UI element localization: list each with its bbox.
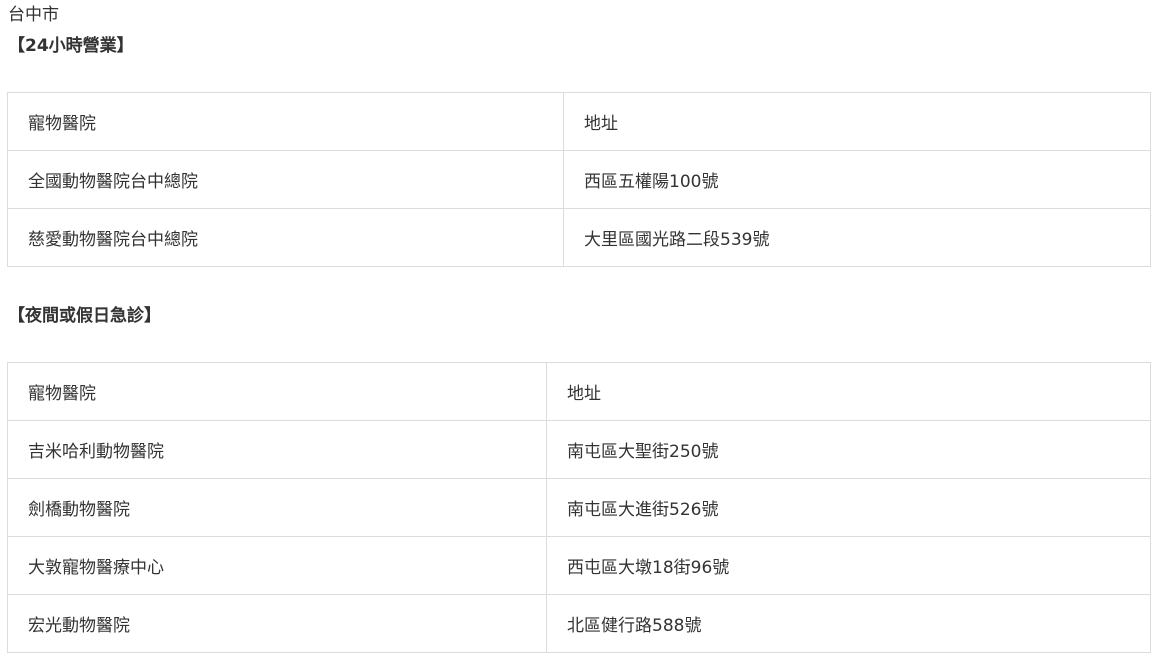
page: 台中市 【24小時營業】 寵物醫院 地址 全國動物醫院台中總院 西區五權陽100… xyxy=(0,0,1166,672)
header-hospital: 寵物醫院 xyxy=(7,92,564,151)
hospital-address: 南屯區大聖街250號 xyxy=(546,420,1151,479)
hospital-name: 宏光動物醫院 xyxy=(7,594,547,653)
header-hospital: 寵物醫院 xyxy=(7,362,547,421)
hospital-name: 吉米哈利動物醫院 xyxy=(7,420,547,479)
table-row: 吉米哈利動物醫院 南屯區大聖街250號 xyxy=(7,420,1151,479)
hospital-address: 西區五權陽100號 xyxy=(563,150,1151,209)
table-row: 慈愛動物醫院台中總院 大里區國光路二段539號 xyxy=(7,208,1151,267)
header-address: 地址 xyxy=(563,92,1151,151)
hospital-name: 大敦寵物醫療中心 xyxy=(7,536,547,595)
hospital-name: 慈愛動物醫院台中總院 xyxy=(7,208,564,267)
section-title-night-holiday: 【夜間或假日急診】 xyxy=(8,306,161,326)
table-header-row: 寵物醫院 地址 xyxy=(7,362,1151,421)
table-night-holiday-clinics: 寵物醫院 地址 吉米哈利動物醫院 南屯區大聖街250號 劍橋動物醫院 南屯區大進… xyxy=(7,362,1151,653)
hospital-address: 北區健行路588號 xyxy=(546,594,1151,653)
table-row: 宏光動物醫院 北區健行路588號 xyxy=(7,594,1151,653)
table-header-row: 寵物醫院 地址 xyxy=(7,92,1151,151)
hospital-address: 西屯區大墩18街96號 xyxy=(546,536,1151,595)
table-row: 全國動物醫院台中總院 西區五權陽100號 xyxy=(7,150,1151,209)
hospital-name: 劍橋動物醫院 xyxy=(7,478,547,537)
table-row: 大敦寵物醫療中心 西屯區大墩18街96號 xyxy=(7,536,1151,595)
hospital-address: 南屯區大進街526號 xyxy=(546,478,1151,537)
hospital-name: 全國動物醫院台中總院 xyxy=(7,150,564,209)
table-24h-clinics: 寵物醫院 地址 全國動物醫院台中總院 西區五權陽100號 慈愛動物醫院台中總院 … xyxy=(7,92,1151,267)
table-row: 劍橋動物醫院 南屯區大進街526號 xyxy=(7,478,1151,537)
city-heading: 台中市 xyxy=(8,5,59,25)
hospital-address: 大里區國光路二段539號 xyxy=(563,208,1151,267)
section-title-24h: 【24小時營業】 xyxy=(8,36,134,56)
header-address: 地址 xyxy=(546,362,1151,421)
